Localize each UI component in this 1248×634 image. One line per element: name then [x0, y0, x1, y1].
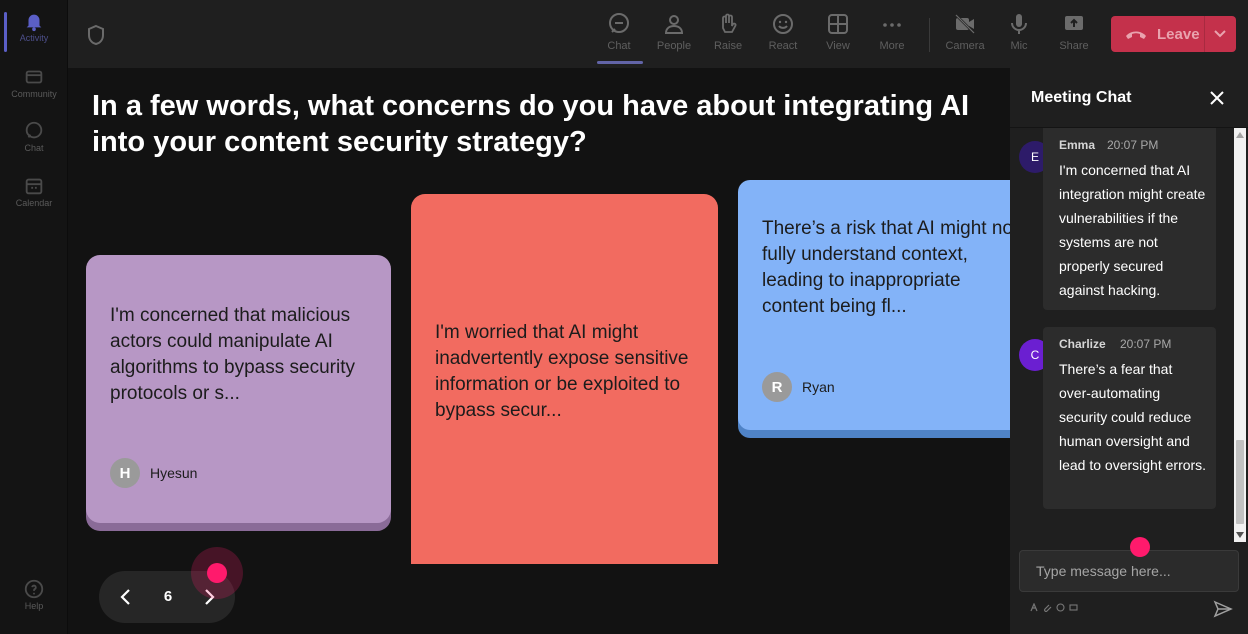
people-button[interactable]: People [647, 8, 701, 64]
rail-label: Activity [19, 33, 49, 43]
raise-hand-button[interactable]: Raise [701, 8, 755, 64]
response-card[interactable]: I'm worried that AI might inadvertently … [411, 194, 718, 564]
card-author: H Hyesun [110, 458, 197, 488]
card-text: I'm worried that AI might inadvertently … [435, 322, 689, 421]
card-text: There’s a risk that AI might not fully u… [762, 218, 1010, 317]
hang-up-icon [1126, 31, 1146, 39]
more-button[interactable]: More [865, 8, 919, 64]
toolbar-divider [929, 18, 930, 52]
shield-icon[interactable] [86, 24, 106, 46]
avatar: H [110, 458, 140, 488]
chat-scrollbar[interactable] [1234, 128, 1246, 542]
format-icon[interactable] [1030, 603, 1039, 612]
view-button[interactable]: View [811, 8, 865, 64]
share-screen-icon [1065, 16, 1083, 30]
rail-item-chat[interactable]: Chat [0, 120, 68, 153]
rail-label: Help [24, 601, 44, 611]
chat-title: Meeting Chat [1031, 89, 1132, 106]
more-label: More [879, 40, 905, 52]
card-text: I'm concerned that malicious actors coul… [110, 305, 355, 404]
page-number: 6 [163, 588, 173, 605]
grid-view-icon [828, 14, 848, 34]
meeting-chat-panel: Meeting Chat E Emma 20:07 PM I'm concern… [1010, 68, 1248, 634]
message-sender: Charlize [1059, 337, 1106, 351]
rail-item-community[interactable]: Community [0, 66, 68, 99]
community-icon [25, 70, 43, 84]
chat-message: Charlize 20:07 PM There’s a fear that ov… [1043, 327, 1216, 509]
close-icon[interactable] [1209, 90, 1225, 106]
attach-icon[interactable] [1043, 603, 1052, 612]
mic-button[interactable]: Mic [992, 8, 1046, 64]
leave-button[interactable]: Leave [1111, 16, 1236, 52]
gif-icon[interactable] [1069, 603, 1078, 612]
emoji-icon[interactable] [1056, 603, 1065, 612]
response-card[interactable]: There’s a risk that AI might not fully u… [738, 180, 1010, 430]
react-button[interactable]: React [756, 8, 810, 64]
leave-label: Leave [1157, 25, 1200, 43]
response-card[interactable]: I'm concerned that malicious actors coul… [86, 255, 391, 523]
camera-off-icon [955, 14, 975, 34]
raise-label: Raise [713, 40, 743, 52]
people-icon [664, 15, 684, 34]
card-author: R Ryan [762, 372, 835, 402]
message-text: I'm concerned that AI integration might … [1059, 162, 1206, 298]
help-icon [24, 579, 44, 599]
leave-main[interactable]: Leave [1111, 16, 1205, 52]
chat-message: Emma 20:07 PM I'm concerned that AI inte… [1043, 128, 1216, 310]
app-rail: Activity Community Chat Calendar Help [0, 0, 68, 634]
microphone-icon [1011, 14, 1027, 34]
cursor-dot [207, 563, 227, 583]
compose-tools [1030, 603, 1078, 612]
message-time: 20:07 PM [1107, 138, 1159, 152]
scroll-down-arrow[interactable] [1236, 532, 1244, 538]
chevron-left-icon[interactable] [116, 586, 136, 608]
smiley-icon [773, 14, 793, 34]
chat-message-input[interactable] [1019, 550, 1239, 592]
author-name: Ryan [802, 379, 835, 395]
presentation-stage: In a few words, what concerns do you hav… [68, 68, 1010, 634]
scroll-thumb[interactable] [1236, 440, 1244, 524]
chat-icon [25, 121, 43, 139]
rail-item-help[interactable]: Help [0, 578, 68, 611]
rail-item-calendar[interactable]: Calendar [0, 175, 68, 208]
cursor-dot [1130, 537, 1150, 557]
meeting-toolbar: Chat People Raise React View More Camera… [68, 0, 1248, 68]
share-button[interactable]: Share [1047, 8, 1101, 64]
more-dots-icon [883, 23, 901, 27]
mic-label: Mic [1010, 40, 1028, 52]
people-label: People [656, 40, 692, 52]
chat-header: Meeting Chat [1010, 68, 1248, 128]
share-label: Share [1059, 40, 1089, 52]
calendar-icon [25, 178, 43, 195]
question-title: In a few words, what concerns do you hav… [92, 90, 970, 158]
chat-icon [609, 13, 629, 33]
view-label: View [826, 40, 850, 52]
send-icon[interactable] [1213, 599, 1233, 619]
message-time: 20:07 PM [1120, 337, 1172, 351]
scroll-up-arrow[interactable] [1236, 132, 1244, 138]
rail-label: Community [11, 89, 57, 99]
rail-item-activity[interactable]: Activity [0, 10, 68, 52]
avatar: R [762, 372, 792, 402]
raise-hand-icon [722, 13, 737, 33]
message-sender: Emma [1059, 138, 1096, 152]
camera-label: Camera [945, 40, 985, 52]
react-label: React [768, 40, 798, 52]
chat-button[interactable]: Chat [592, 8, 646, 64]
author-name: Hyesun [150, 465, 198, 481]
message-text: There’s a fear that over-automating secu… [1059, 361, 1207, 473]
chat-label: Chat [607, 40, 631, 52]
leave-options[interactable] [1205, 29, 1235, 39]
chat-message-list[interactable]: E Emma 20:07 PM I'm concerned that AI in… [1010, 128, 1236, 542]
camera-button[interactable]: Camera [938, 8, 992, 64]
chevron-down-icon [1214, 30, 1226, 38]
bell-icon [26, 14, 42, 32]
rail-label: Chat [24, 143, 44, 153]
rail-label: Calendar [15, 198, 53, 208]
